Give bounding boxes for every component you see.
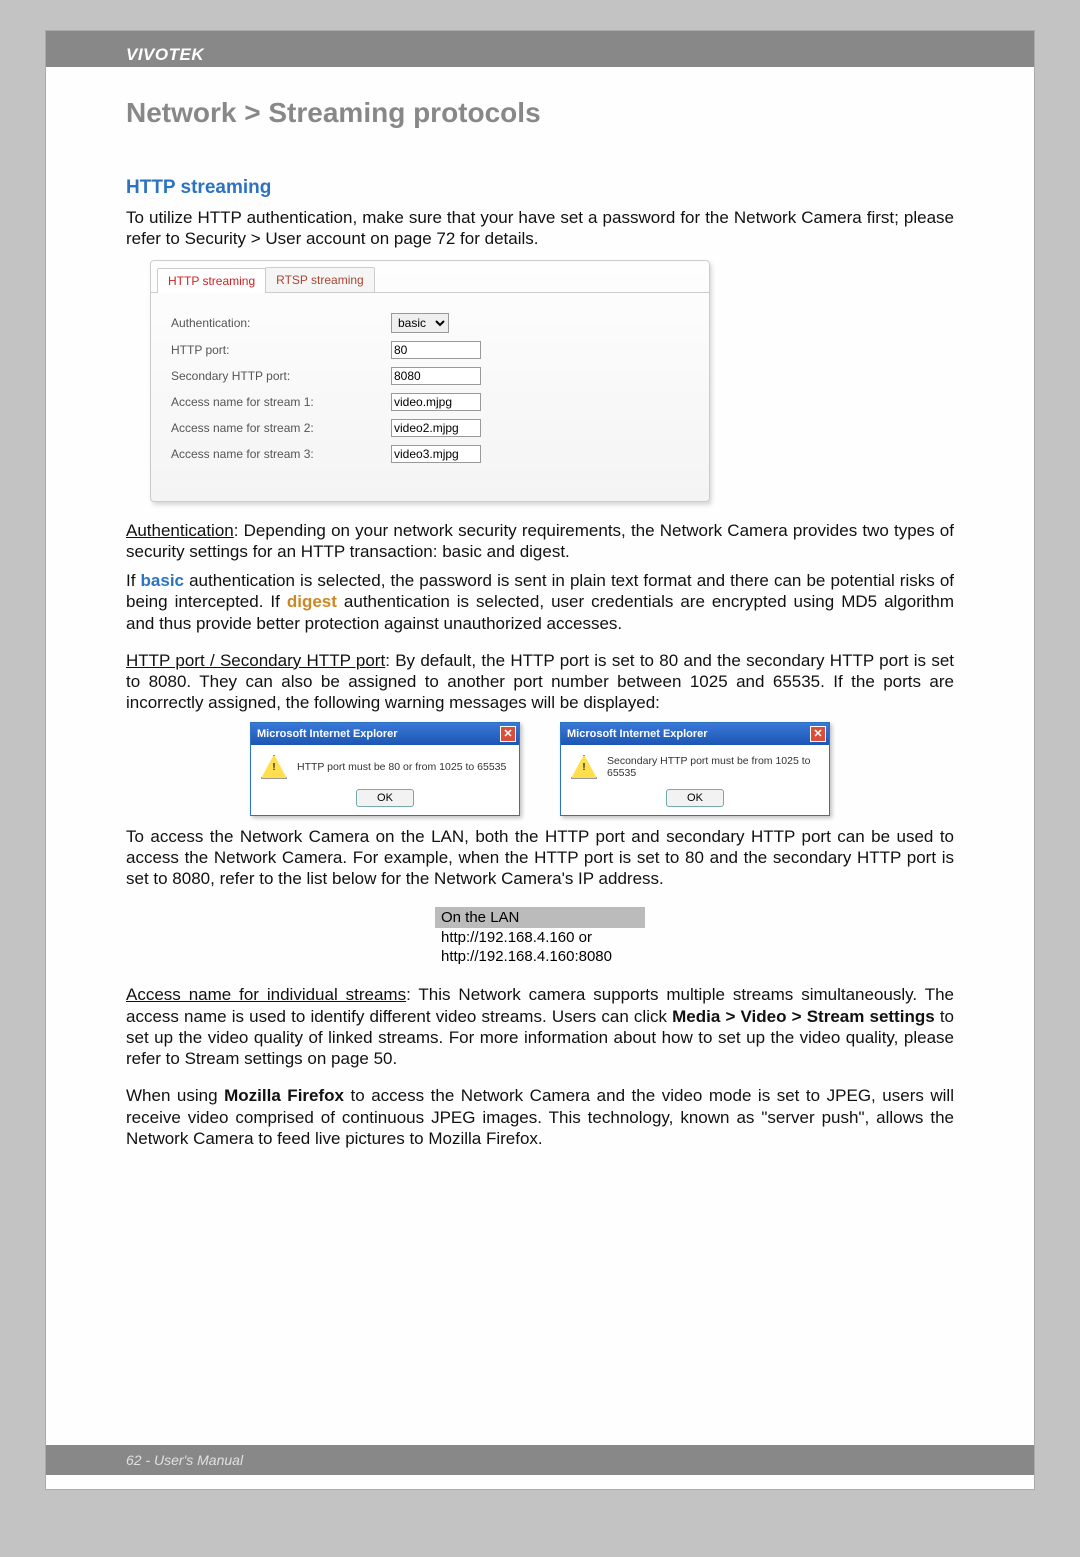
dialog-http-port: Microsoft Internet Explorer ✕ ! HTTP por… [250,722,520,816]
auth-label: Authentication: [171,316,391,330]
intro-paragraph: To utilize HTTP authentication, make sur… [126,207,954,250]
stream3-label: Access name for stream 3: [171,447,391,461]
form-body: Authentication: basic HTTP port: Seconda… [151,293,709,501]
secondary-port-label: Secondary HTTP port: [171,369,391,383]
basic-keyword: basic [141,571,184,590]
dialog-secondary-port: Microsoft Internet Explorer ✕ ! Secondar… [560,722,830,816]
tab-rtsp-streaming[interactable]: RTSP streaming [265,267,375,292]
http-port-label: HTTP port: [171,343,391,357]
dialog-titlebar: Microsoft Internet Explorer ✕ [251,723,519,745]
settings-panel: HTTP streaming RTSP streaming Authentica… [150,260,710,502]
lan-intro-paragraph: To access the Network Camera on the LAN,… [126,826,954,890]
auth-paragraph-1: Authentication: Depending on your networ… [126,520,954,563]
access-underline: Access name for individual streams [126,985,406,1004]
dialog-titlebar: Microsoft Internet Explorer ✕ [561,723,829,745]
lan-table-row: http://192.168.4.160:8080 [435,947,645,966]
footer-text: 62 - User's Manual [126,1452,243,1468]
firefox-paragraph: When using Mozilla Firefox to access the… [126,1085,954,1149]
digest-keyword: digest [287,592,337,611]
dialog-row: Microsoft Internet Explorer ✕ ! HTTP por… [126,722,954,816]
page-footer: 62 - User's Manual [46,1445,1034,1475]
stream3-input[interactable] [391,445,481,463]
stream2-input[interactable] [391,419,481,437]
section-heading: HTTP streaming [126,177,954,199]
lan-table: On the LAN http://192.168.4.160 or http:… [435,907,645,966]
ports-underline: HTTP port / Secondary HTTP port [126,651,385,670]
auth-underline: Authentication [126,521,234,540]
ok-button[interactable]: OK [356,789,414,807]
page-title: Network > Streaming protocols [126,97,954,129]
document-page: VIVOTEK Network > Streaming protocols HT… [45,30,1035,1490]
stream2-label: Access name for stream 2: [171,421,391,435]
warning-icon: ! [571,755,597,779]
stream1-input[interactable] [391,393,481,411]
tab-strip: HTTP streaming RTSP streaming [151,261,709,293]
header-bar: VIVOTEK [46,31,1034,67]
dialog-message: HTTP port must be 80 or from 1025 to 655… [297,761,509,773]
brand-logo: VIVOTEK [46,45,204,65]
ports-paragraph: HTTP port / Secondary HTTP port: By defa… [126,650,954,714]
dialog-message: Secondary HTTP port must be from 1025 to… [607,755,819,779]
tab-http-streaming[interactable]: HTTP streaming [157,268,266,293]
warning-icon: ! [261,755,287,779]
dialog-title: Microsoft Internet Explorer [567,728,708,740]
auth-select[interactable]: basic [391,313,449,333]
access-paragraph: Access name for individual streams: This… [126,984,954,1069]
http-port-input[interactable] [391,341,481,359]
media-path-bold: Media > Video > Stream settings [672,1007,935,1026]
firefox-bold: Mozilla Firefox [224,1086,344,1105]
page-content: Network > Streaming protocols HTTP strea… [46,67,1034,1149]
secondary-port-input[interactable] [391,367,481,385]
stream1-label: Access name for stream 1: [171,395,391,409]
close-icon[interactable]: ✕ [500,726,516,742]
ok-button[interactable]: OK [666,789,724,807]
close-icon[interactable]: ✕ [810,726,826,742]
auth-paragraph-2: If basic authentication is selected, the… [126,570,954,634]
dialog-title: Microsoft Internet Explorer [257,728,398,740]
lan-table-row: http://192.168.4.160 or [435,928,645,947]
lan-table-head: On the LAN [435,907,645,928]
